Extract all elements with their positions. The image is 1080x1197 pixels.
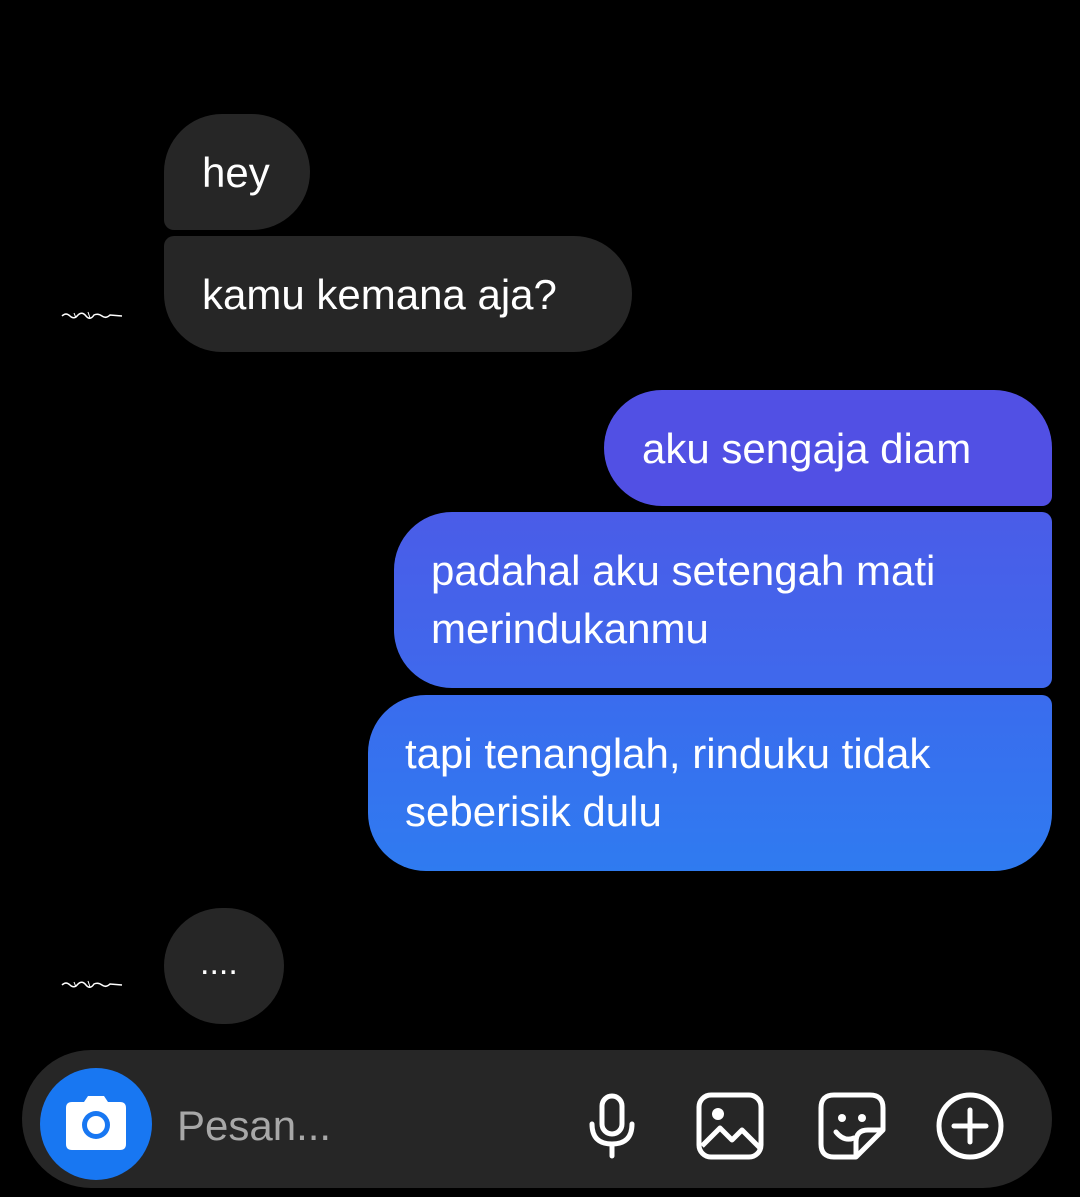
outgoing-message-bubble[interactable]: tapi tenanglah, rinduku tidak seberisik … [368, 695, 1052, 871]
gallery-icon[interactable] [694, 1090, 766, 1162]
message-text: .... [200, 944, 238, 982]
message-text-line: seberisik dulu [405, 788, 662, 835]
message-text-line: padahal aku setengah mati [431, 547, 936, 594]
message-text-line: tapi tenanglah, rinduku tidak [405, 730, 931, 777]
microphone-icon[interactable] [576, 1090, 648, 1162]
message-text: kamu kemana aja? [202, 271, 557, 318]
outgoing-message-bubble[interactable]: aku sengaja diam [604, 390, 1052, 506]
add-icon[interactable] [934, 1090, 1006, 1162]
camera-button[interactable] [40, 1068, 152, 1180]
sender-avatar [61, 980, 123, 988]
typing-message-bubble[interactable]: .... [164, 908, 284, 1024]
message-text-line: merindukanmu [431, 605, 709, 652]
sticker-icon[interactable] [816, 1090, 888, 1162]
outgoing-message-bubble[interactable]: padahal aku setengah mati merindukanmu [394, 512, 1052, 688]
message-text: aku sengaja diam [642, 425, 972, 472]
message-text: hey [202, 149, 270, 196]
camera-icon [66, 1096, 126, 1150]
incoming-message-bubble[interactable]: hey [164, 114, 310, 230]
sender-avatar [61, 311, 123, 319]
incoming-message-bubble[interactable]: kamu kemana aja? [164, 236, 632, 352]
message-input[interactable]: Pesan... [177, 1098, 331, 1154]
